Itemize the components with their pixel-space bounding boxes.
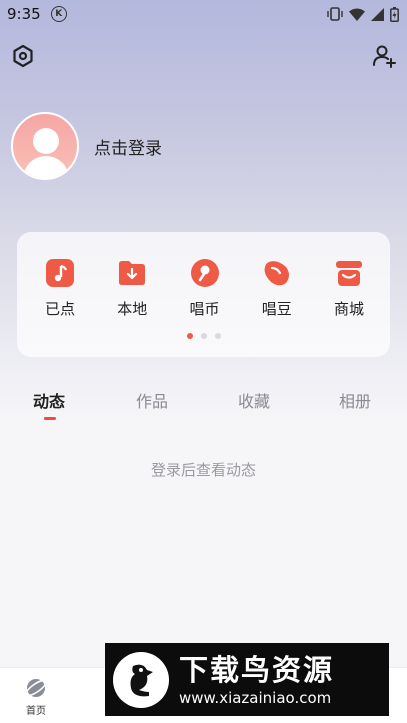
tab-favorites[interactable]: 收藏 bbox=[238, 388, 270, 412]
quick-action-played[interactable]: 已点 bbox=[31, 258, 89, 319]
page-dot bbox=[214, 333, 221, 339]
bird-logo-icon bbox=[130, 664, 153, 696]
status-time: 9:35 bbox=[7, 5, 41, 23]
top-toolbar bbox=[0, 40, 407, 72]
avatar-head-shape bbox=[33, 128, 59, 154]
page-dot-active bbox=[186, 333, 193, 339]
battery-icon bbox=[390, 6, 399, 22]
empty-feed-message: 登录后查看动态 bbox=[150, 461, 256, 479]
status-icons bbox=[327, 6, 399, 22]
wifi-icon bbox=[349, 8, 365, 21]
avatar-body-shape bbox=[23, 156, 69, 178]
planet-icon bbox=[25, 679, 47, 697]
avatar[interactable] bbox=[11, 112, 79, 180]
login-prompt[interactable]: 点击登录 bbox=[94, 134, 162, 159]
k-badge-icon: K bbox=[50, 6, 67, 22]
quick-action-label: 唱币 bbox=[189, 300, 220, 318]
watermark-text: 下载鸟资源 www.xiazainiao.com bbox=[179, 652, 334, 708]
quick-action-label: 商城 bbox=[333, 300, 364, 318]
quick-action-label: 本地 bbox=[117, 300, 148, 318]
coin-icon bbox=[190, 258, 220, 288]
download-folder-icon bbox=[117, 258, 147, 288]
quick-action-shop[interactable]: 商城 bbox=[320, 258, 378, 319]
tab-works[interactable]: 作品 bbox=[136, 388, 168, 412]
page-dot bbox=[200, 333, 207, 339]
watermark-title: 下载鸟资源 bbox=[179, 652, 335, 687]
profile-section[interactable]: 点击登录 bbox=[11, 112, 162, 180]
nav-item-home[interactable]: 首页 bbox=[11, 676, 61, 717]
content-tabs: 动态 作品 收藏 相册 bbox=[0, 388, 407, 428]
vibrate-icon bbox=[327, 7, 343, 21]
quick-action-coins[interactable]: 唱币 bbox=[176, 258, 234, 319]
quick-action-label: 唱豆 bbox=[261, 300, 292, 318]
quick-action-beans[interactable]: 唱豆 bbox=[248, 258, 306, 319]
tab-activity[interactable]: 动态 bbox=[33, 388, 65, 412]
watermark-logo bbox=[113, 651, 169, 708]
watermark-banner: 下载鸟资源 www.xiazainiao.com bbox=[105, 643, 389, 716]
shop-icon bbox=[334, 258, 364, 288]
status-bar: 9:35 K bbox=[0, 0, 407, 28]
music-note-icon bbox=[45, 258, 75, 288]
settings-hexagon-icon bbox=[13, 44, 33, 68]
active-tab-indicator bbox=[44, 417, 56, 420]
quick-actions-card: 已点 本地 唱币 唱豆 商城 bbox=[17, 232, 390, 357]
quick-action-label: 已点 bbox=[44, 300, 75, 318]
settings-button[interactable] bbox=[10, 43, 36, 69]
quick-action-local[interactable]: 本地 bbox=[103, 258, 161, 319]
tab-album[interactable]: 相册 bbox=[339, 388, 371, 412]
quick-actions-list: 已点 本地 唱币 唱豆 商城 bbox=[17, 232, 390, 319]
add-user-icon bbox=[373, 45, 396, 68]
watermark-url: www.xiazainiao.com bbox=[179, 688, 332, 707]
nav-label-home: 首页 bbox=[26, 706, 46, 717]
bean-icon bbox=[262, 258, 292, 288]
page-indicator bbox=[17, 333, 390, 339]
signal-icon bbox=[371, 7, 384, 21]
add-user-button[interactable] bbox=[371, 43, 397, 69]
